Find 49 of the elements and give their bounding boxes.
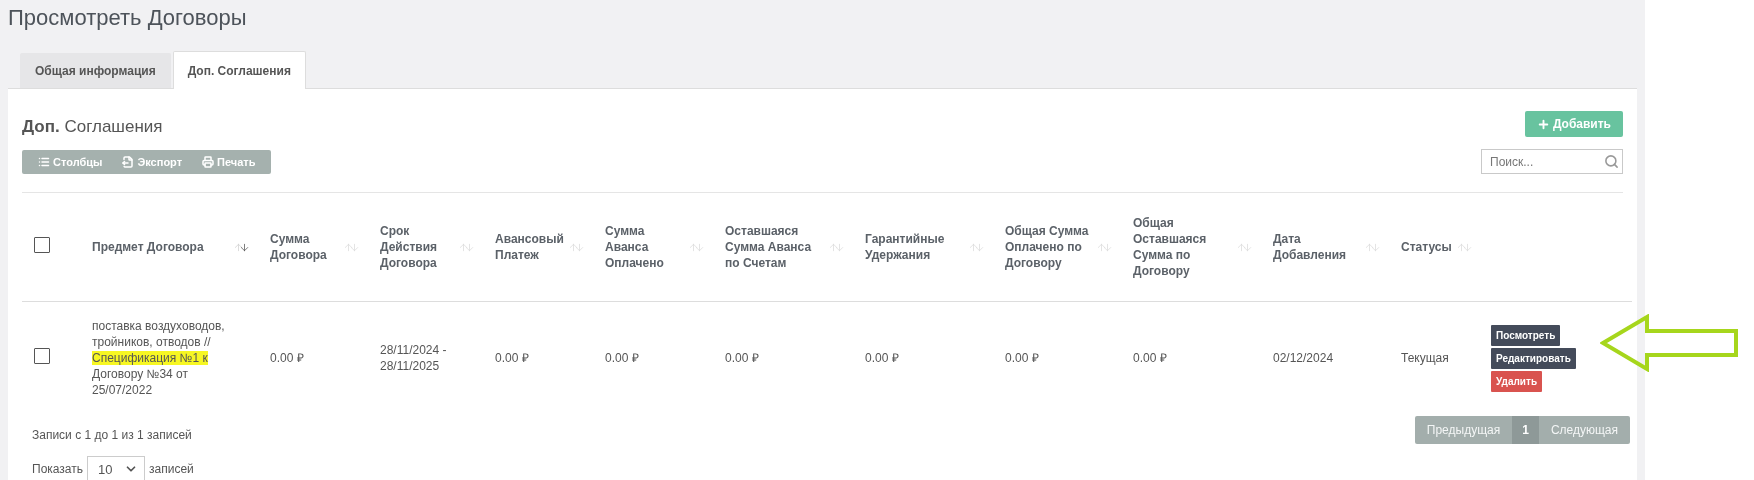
column-header: Предмет Договора — [92, 239, 204, 255]
column-header: Дата Добавления — [1273, 231, 1348, 263]
column-header: Оставшаяся Сумма Аванса по Счетам — [725, 223, 813, 271]
column-header: Статусы — [1401, 239, 1452, 255]
tab[interactable]: Общая информация — [20, 53, 171, 88]
edit-button[interactable]: Редактировать — [1491, 347, 1576, 369]
search-field[interactable]: Поиск... — [1481, 149, 1623, 174]
tab[interactable]: Доп. Соглашения — [172, 51, 306, 89]
column-header: Общая Сумма Оплачено по Договору — [1005, 223, 1090, 271]
table-cell-text: Текущая — [1401, 350, 1450, 366]
checkbox[interactable] — [34, 348, 50, 364]
plus-icon — [1536, 117, 1550, 131]
page-title: Просмотреть Договоры — [8, 4, 248, 31]
column-header: Общая Оставшаяся Сумма по Договору — [1133, 215, 1208, 279]
file-export-icon — [122, 155, 135, 168]
table-cell-text: 0.00 ₽ — [865, 350, 900, 366]
export-button[interactable]: Экспорт — [112, 149, 193, 174]
table-cell-text: 0.00 ₽ — [1005, 350, 1040, 366]
printer-icon — [202, 155, 215, 168]
page-size-select[interactable]: 10 — [87, 456, 145, 480]
sort-icon[interactable] — [233, 241, 250, 253]
show-label: Показать — [32, 462, 83, 476]
search-icon — [1604, 154, 1619, 169]
print-button[interactable]: Печать — [192, 149, 266, 174]
section-title: Доп. Соглашения — [22, 117, 163, 137]
pagination-button[interactable]: Предыдущая — [1414, 416, 1513, 444]
table-cell-text: 0.00 ₽ — [605, 350, 640, 366]
list-icon — [38, 155, 50, 168]
checkbox[interactable] — [34, 237, 50, 253]
table-cell-text: поставка воздуховодов, тройников, отводов // Спецификация №1 к Договору №34 от 25/07/2022 — [92, 318, 226, 398]
column-header: Авансовый Платеж — [495, 231, 564, 263]
view-button[interactable]: Посмотреть — [1491, 324, 1561, 346]
records-label: записей — [149, 462, 194, 476]
table-cell-text: 0.00 ₽ — [1133, 350, 1168, 366]
column-header: Срок Действия Договора — [380, 223, 439, 271]
table-cell-text: 0.00 ₽ — [725, 350, 760, 366]
table-cell-text: 0.00 ₽ — [270, 350, 305, 366]
records-info: Записи с 1 до 1 из 1 записей — [32, 428, 193, 442]
table-cell-text: 28/11/2024 - 28/11/2025 — [380, 342, 448, 374]
table-cell-text: 02/12/2024 — [1273, 350, 1335, 366]
pagination-button[interactable]: Следующая — [1538, 416, 1630, 444]
column-header: Сумма Аванса Оплачено — [605, 223, 665, 271]
delete-button[interactable]: Удалить — [1491, 370, 1543, 392]
columns-button[interactable]: Столбцы — [28, 149, 113, 174]
column-header: Сумма Договора — [270, 231, 328, 263]
add-button[interactable]: Добавить — [1524, 111, 1623, 137]
column-header: Гарантийные Удержания — [865, 231, 946, 263]
table-cell-text: 0.00 ₽ — [495, 350, 530, 366]
pagination-button[interactable]: 1 — [1512, 416, 1539, 444]
